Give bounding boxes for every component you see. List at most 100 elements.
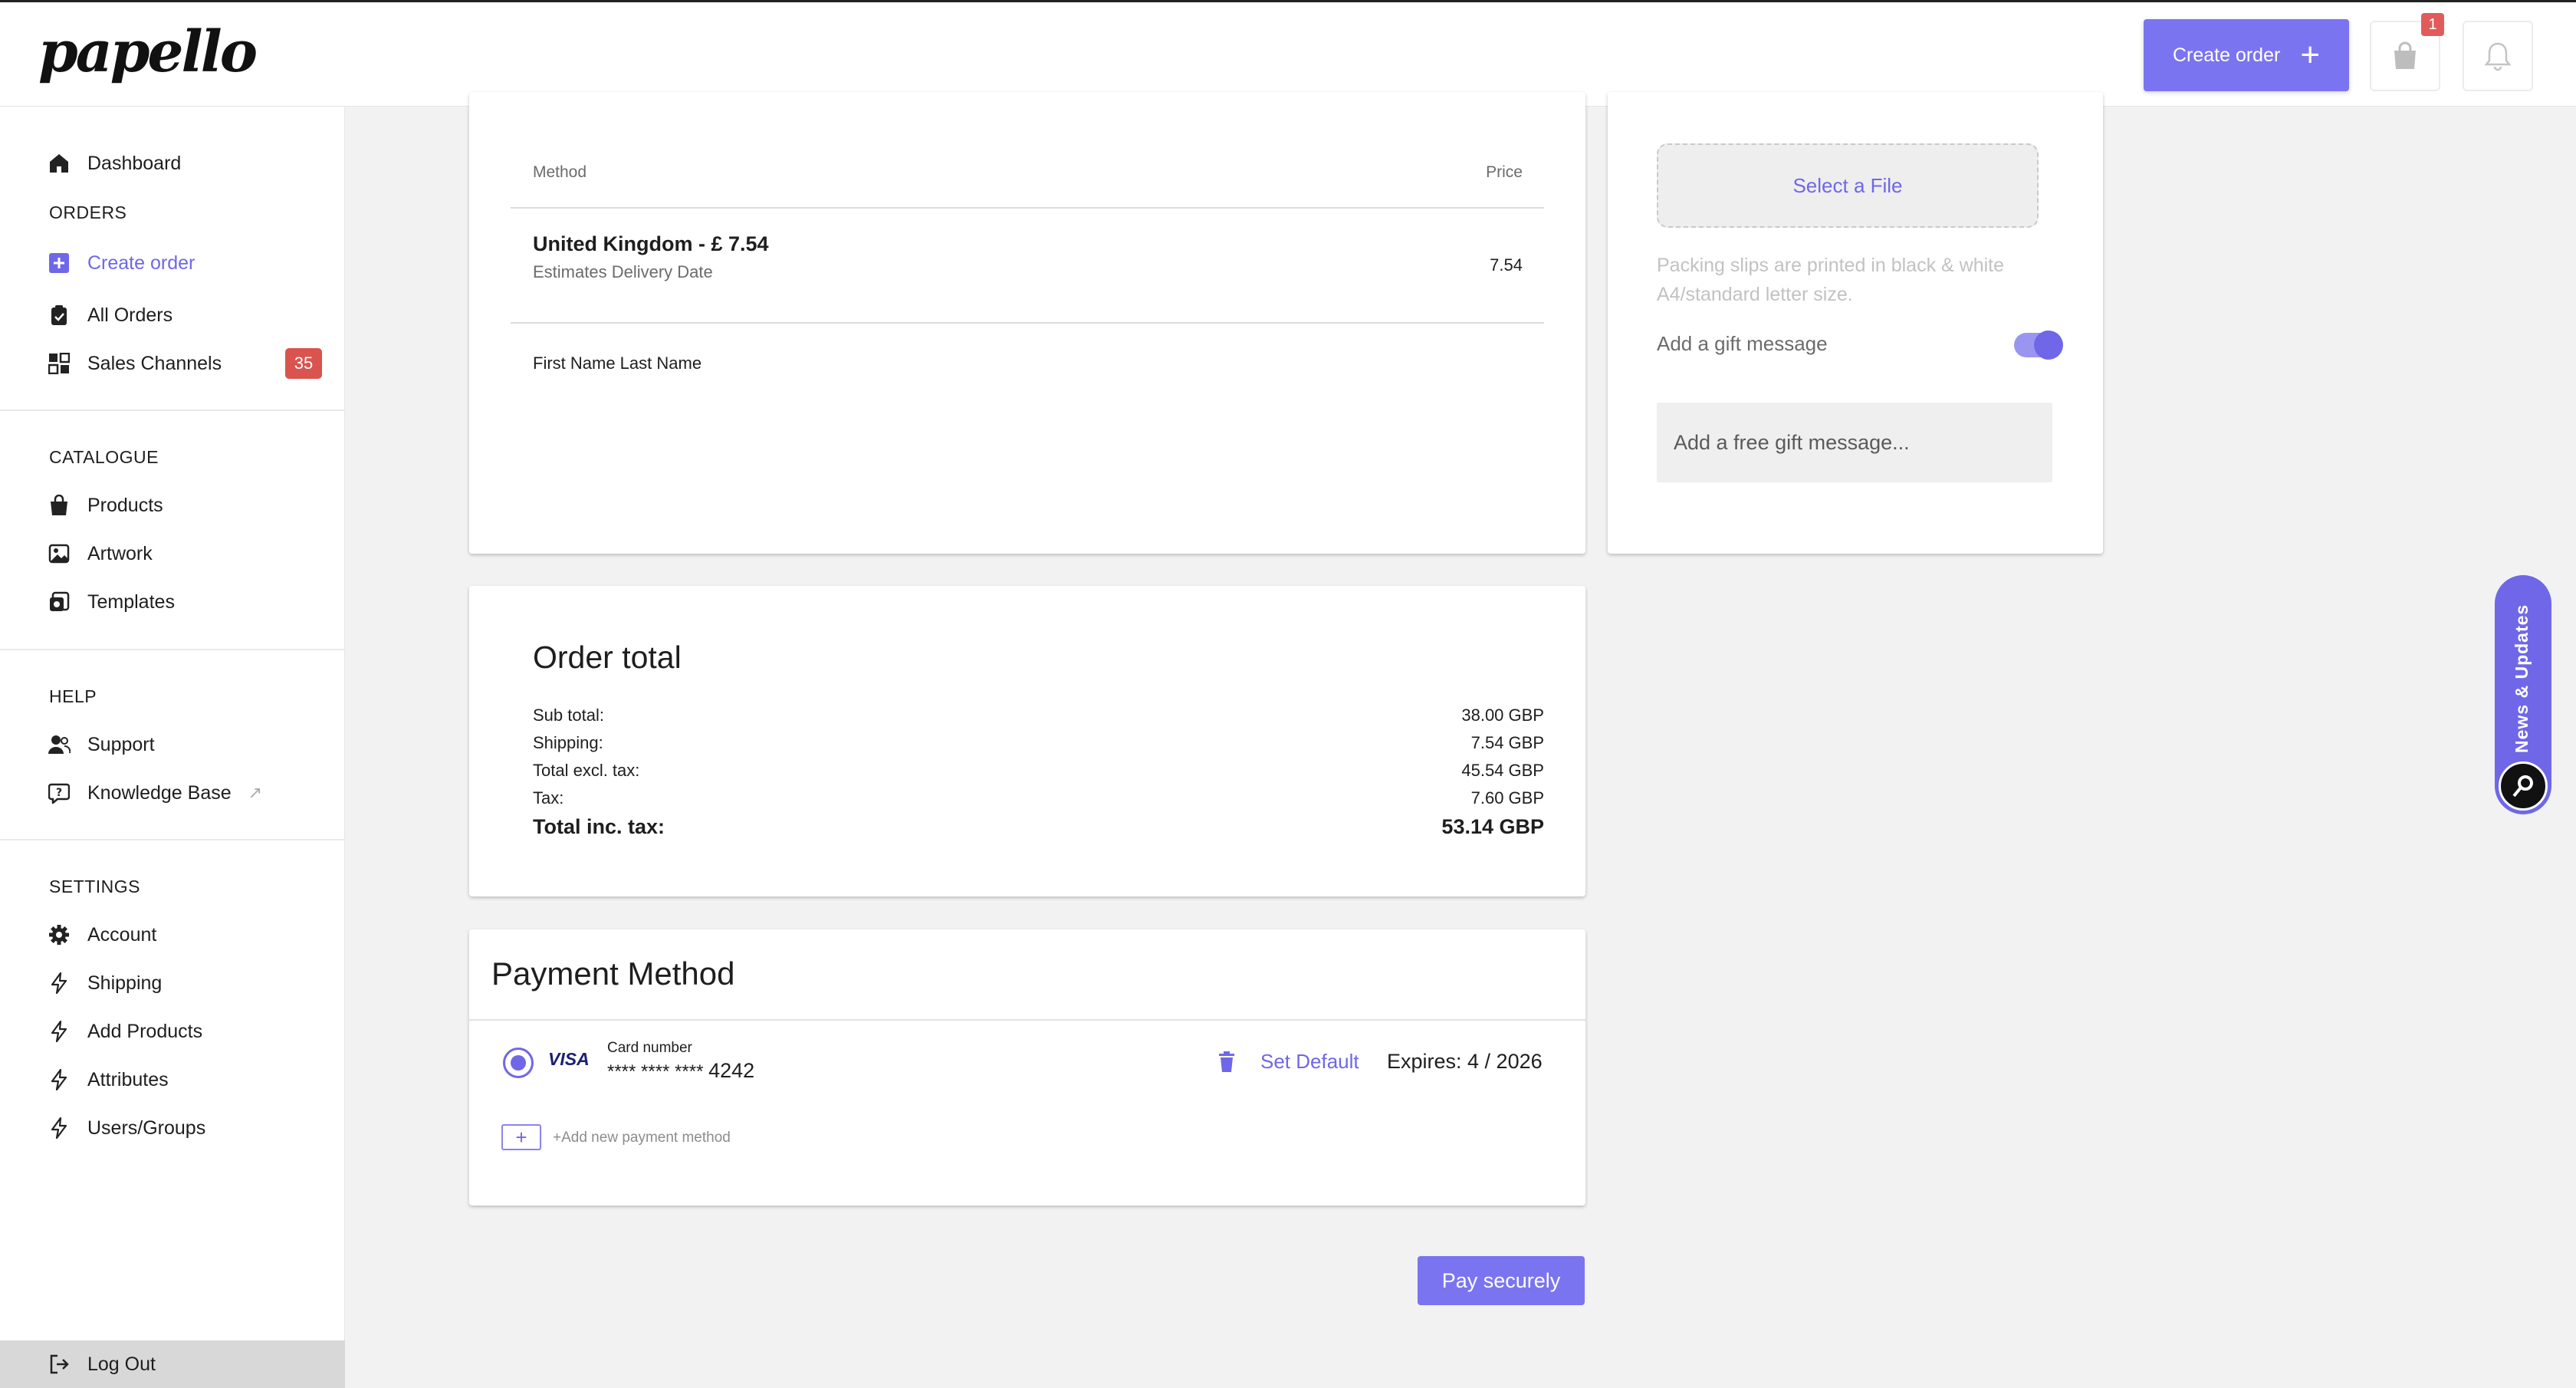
subtotal-label: Sub total: <box>533 706 604 725</box>
add-payment-method-button[interactable]: + <box>501 1124 541 1150</box>
pay-securely-button[interactable]: Pay securely <box>1418 1256 1585 1305</box>
sidebar-item-knowledge-base[interactable]: ? Knowledge Base ↗ <box>48 775 262 811</box>
trash-icon[interactable] <box>1218 1051 1235 1077</box>
sidebar-item-label: Knowledge Base <box>87 781 232 804</box>
sidebar-item-label: Attributes <box>87 1068 169 1090</box>
method-column-header: Method <box>533 163 587 181</box>
logout-icon <box>48 1353 71 1376</box>
table-row-divider <box>511 322 1544 324</box>
news-updates-label: News & Updates <box>2512 604 2532 753</box>
sidebar-item-label: Products <box>87 494 163 516</box>
payment-method-title: Payment Method <box>491 955 735 992</box>
external-link-icon: ↗ <box>248 783 263 802</box>
sidebar-divider <box>0 839 345 840</box>
bolt-icon <box>48 972 71 995</box>
total-inc-tax-value: 53.14 GBP <box>1441 815 1544 838</box>
sidebar-item-add-products[interactable]: Add Products <box>48 1014 202 1049</box>
sidebar-item-log-out[interactable]: Log Out <box>48 1347 156 1382</box>
sidebar-item-all-orders[interactable]: All Orders <box>48 298 172 333</box>
create-order-button[interactable]: Create order + <box>2144 19 2349 91</box>
payment-header-divider <box>469 1019 1585 1021</box>
order-total-title: Order total <box>533 640 682 675</box>
news-updates-tab[interactable]: News & Updates <box>2495 575 2551 814</box>
card-last4: 4242 <box>708 1059 755 1082</box>
toggle-knob <box>2034 331 2063 360</box>
sidebar-item-dashboard[interactable]: Dashboard <box>48 146 181 181</box>
plus-icon: + <box>2300 36 2321 74</box>
card-number-label: Card number <box>607 1040 692 1056</box>
sidebar-item-label: Sales Channels <box>87 352 222 374</box>
shipping-option-price: 7.54 <box>1490 255 1523 275</box>
notifications-button[interactable] <box>2463 21 2533 91</box>
sidebar-item-label: Templates <box>87 590 175 613</box>
orders-section-label: ORDERS <box>49 202 127 222</box>
users-icon <box>48 733 71 756</box>
clipboard-icon <box>48 304 71 327</box>
total-excl-tax-value: 45.54 GBP <box>1461 761 1544 780</box>
card-number-value: **** **** **** 4242 <box>607 1059 754 1083</box>
home-icon <box>48 152 71 175</box>
gear-icon <box>48 923 71 946</box>
set-default-link[interactable]: Set Default <box>1260 1050 1359 1074</box>
card-expiry: Expires: 4 / 2026 <box>1387 1050 1543 1073</box>
sidebar-item-sales-channels[interactable]: Sales Channels <box>48 346 222 381</box>
sidebar-item-account[interactable]: Account <box>48 917 156 952</box>
sidebar-item-shipping[interactable]: Shipping <box>48 965 162 1001</box>
sidebar-divider <box>0 409 345 411</box>
top-bar: papello Create order + 1 <box>0 0 2576 107</box>
table-header-divider <box>511 207 1544 209</box>
card-number-mask: **** **** **** <box>607 1061 704 1082</box>
order-total-card <box>469 586 1585 896</box>
sidebar-item-label: Shipping <box>87 972 163 994</box>
total-excl-tax-label: Total excl. tax: <box>533 761 640 780</box>
sidebar-item-label: Artwork <box>87 542 153 564</box>
sidebar-item-label: Support <box>87 733 155 755</box>
total-inc-tax-label: Total inc. tax: <box>533 815 665 838</box>
visa-logo-icon: VISA <box>548 1049 590 1069</box>
svg-text:?: ? <box>56 787 62 799</box>
bolt-icon <box>48 1020 71 1043</box>
create-order-label: Create order <box>2172 44 2281 66</box>
gift-message-toggle[interactable] <box>2014 331 2063 360</box>
card-radio-selected[interactable] <box>503 1048 534 1078</box>
papello-logo[interactable]: papello <box>38 19 258 85</box>
shipping-option-title[interactable]: United Kingdom - £ 7.54 <box>533 232 769 256</box>
cart-count-badge: 1 <box>2421 13 2444 36</box>
catalogue-section-label: CATALOGUE <box>49 447 159 467</box>
sidebar-item-artwork[interactable]: Artwork <box>48 536 153 571</box>
shopping-bag-icon <box>2394 41 2416 69</box>
sidebar-item-users-groups[interactable]: Users/Groups <box>48 1110 205 1146</box>
price-column-header: Price <box>1486 163 1523 181</box>
bell-icon <box>2484 42 2512 71</box>
sidebar-item-support[interactable]: Support <box>48 727 155 762</box>
radio-dot <box>511 1055 526 1071</box>
news-logo-icon <box>2499 761 2548 811</box>
sidebar-item-label: Create order <box>87 252 196 274</box>
sidebar-item-products[interactable]: Products <box>48 488 163 523</box>
shipping-option-subtitle: Estimates Delivery Date <box>533 262 713 281</box>
help-bubble-icon: ? <box>48 781 71 804</box>
sales-channels-count-badge: 35 <box>285 348 322 379</box>
shopping-bag-icon <box>48 494 71 517</box>
tax-label: Tax: <box>533 788 564 807</box>
settings-section-label: SETTINGS <box>49 877 141 896</box>
add-payment-method-label[interactable]: +Add new payment method <box>553 1130 731 1146</box>
tax-value: 7.60 GBP <box>1470 788 1544 807</box>
plus-square-icon <box>48 252 71 275</box>
gift-message-label: Add a gift message <box>1657 332 1828 355</box>
sidebar-item-label: Add Products <box>87 1020 203 1042</box>
sidebar-item-label: All Orders <box>87 304 173 326</box>
bolt-icon <box>48 1068 71 1091</box>
recipient-name: First Name Last Name <box>533 354 702 373</box>
gift-message-input[interactable] <box>1657 403 2052 482</box>
sidebar-divider <box>0 649 345 650</box>
sidebar-item-templates[interactable]: Templates <box>48 584 175 620</box>
select-file-button[interactable]: Select a File <box>1657 143 2039 228</box>
shipping-label: Shipping: <box>533 733 603 752</box>
sidebar-item-attributes[interactable]: Attributes <box>48 1062 169 1097</box>
sidebar-item-create-order[interactable]: Create order <box>48 245 195 281</box>
bolt-icon <box>48 1117 71 1140</box>
sidebar-item-label: Account <box>87 923 157 946</box>
sidebar-item-label: Log Out <box>87 1353 156 1375</box>
shipping-value: 7.54 GBP <box>1470 733 1544 752</box>
